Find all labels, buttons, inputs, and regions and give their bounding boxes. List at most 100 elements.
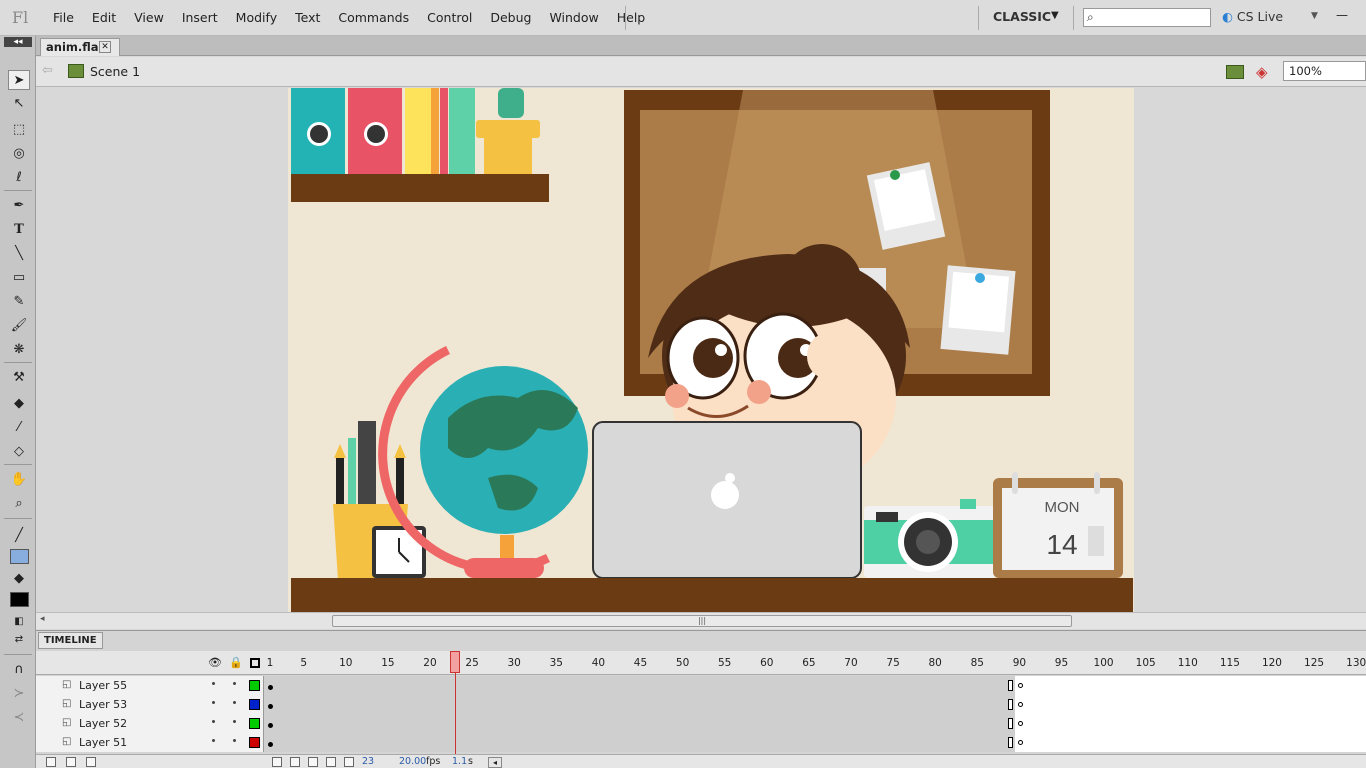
- layer-frames[interactable]: [264, 714, 1366, 733]
- layer-info[interactable]: ◱ Layer 53: [36, 695, 264, 714]
- cs-live-button[interactable]: ◐ CS Live: [1222, 9, 1283, 24]
- layer-outline-color[interactable]: [249, 699, 260, 710]
- scene-breadcrumb[interactable]: Scene 1: [90, 64, 140, 79]
- zoom-field[interactable]: 100%: [1283, 61, 1366, 81]
- selection-tool-icon[interactable]: ➤: [8, 70, 30, 90]
- outline-icon[interactable]: [250, 658, 260, 668]
- subselection-tool-icon[interactable]: ↖: [8, 94, 30, 114]
- layer-visibility-toggle[interactable]: [212, 720, 215, 723]
- onion-skin-icon[interactable]: [290, 757, 300, 767]
- layer-lock-toggle[interactable]: [233, 739, 236, 742]
- current-frame[interactable]: 23: [362, 756, 374, 767]
- layer-visibility-toggle[interactable]: [212, 739, 215, 742]
- eye-icon[interactable]: 👁: [208, 656, 222, 669]
- pen-tool-icon[interactable]: ✒: [8, 196, 30, 216]
- scrollbar-thumb[interactable]: |||: [332, 615, 1072, 627]
- blank-keyframe[interactable]: [1018, 702, 1023, 707]
- zoom-tool-icon[interactable]: ⌕: [8, 494, 30, 514]
- layer-row[interactable]: ◱ Layer 55: [36, 676, 1366, 695]
- layer-lock-toggle[interactable]: [233, 682, 236, 685]
- rectangle-tool-icon[interactable]: ▭: [8, 268, 30, 288]
- menu-item-file[interactable]: File: [44, 10, 83, 25]
- layer-frames[interactable]: [264, 733, 1366, 752]
- layer-outline-color[interactable]: [249, 680, 260, 691]
- menu-item-insert[interactable]: Insert: [173, 10, 227, 25]
- fill-color-swatch[interactable]: [10, 592, 29, 607]
- brush-tool-icon[interactable]: 🖌: [8, 316, 30, 336]
- pasteboard[interactable]: MON 14: [36, 88, 1366, 612]
- layer-info[interactable]: ◱ Layer 52: [36, 714, 264, 733]
- chevron-down-icon[interactable]: ▼: [1311, 11, 1318, 21]
- stage-artwork[interactable]: MON 14: [288, 88, 1134, 612]
- layer-frames[interactable]: [264, 695, 1366, 714]
- free-transform-tool-icon[interactable]: ⬚: [8, 120, 30, 140]
- eraser-tool-icon[interactable]: ◇: [8, 442, 30, 462]
- workspace-switcher[interactable]: CLASSIC: [993, 9, 1051, 24]
- edit-scene-icon[interactable]: [1226, 65, 1244, 79]
- delete-layer-icon[interactable]: [86, 757, 96, 767]
- text-tool-icon[interactable]: T: [8, 220, 30, 240]
- layer-visibility-toggle[interactable]: [212, 682, 215, 685]
- stage[interactable]: MON 14: [288, 88, 1134, 612]
- scroll-left-icon[interactable]: ◂: [40, 614, 45, 624]
- menu-item-help[interactable]: Help: [608, 10, 655, 25]
- frame-span-end[interactable]: [1008, 680, 1013, 691]
- deco-tool-icon[interactable]: ❋: [8, 340, 30, 360]
- frame-span-end[interactable]: [1008, 737, 1013, 748]
- menu-item-commands[interactable]: Commands: [329, 10, 418, 25]
- playhead[interactable]: [450, 651, 460, 673]
- layer-outline-color[interactable]: [249, 737, 260, 748]
- close-icon[interactable]: ✕: [99, 41, 111, 53]
- layer-row[interactable]: ◱ Layer 53: [36, 695, 1366, 714]
- empty-frames[interactable]: [1015, 733, 1366, 752]
- hand-tool-icon[interactable]: ✋: [8, 470, 30, 490]
- layer-outline-color[interactable]: [249, 718, 260, 729]
- line-tool-icon[interactable]: ╲: [8, 244, 30, 264]
- layer-name[interactable]: Layer 53: [79, 698, 127, 711]
- collapse-panel-icon[interactable]: ◂◂: [4, 37, 32, 47]
- new-layer-icon[interactable]: [46, 757, 56, 767]
- document-tab[interactable]: anim.fla ✕: [40, 38, 120, 56]
- keyframe[interactable]: [268, 742, 273, 747]
- layer-lock-toggle[interactable]: [233, 720, 236, 723]
- timeline-scroll-left-icon[interactable]: ◂: [488, 757, 502, 768]
- pencil-tool-icon[interactable]: ✎: [8, 292, 30, 312]
- menu-item-edit[interactable]: Edit: [83, 10, 125, 25]
- frame-span-end[interactable]: [1008, 718, 1013, 729]
- modify-onion-markers-icon[interactable]: [344, 757, 354, 767]
- layer-info[interactable]: ◱ Layer 55: [36, 676, 264, 695]
- swap-colors-icon[interactable]: ⇄: [8, 630, 30, 650]
- smooth-icon[interactable]: ≻: [8, 684, 30, 704]
- menu-item-view[interactable]: View: [125, 10, 173, 25]
- lock-icon[interactable]: 🔒: [229, 656, 243, 669]
- help-search-input[interactable]: ⌕: [1083, 8, 1211, 27]
- stage-horizontal-scrollbar[interactable]: ◂ |||: [36, 612, 1366, 629]
- keyframe[interactable]: [268, 723, 273, 728]
- menu-item-control[interactable]: Control: [418, 10, 481, 25]
- layer-name[interactable]: Layer 52: [79, 717, 127, 730]
- empty-frames[interactable]: [1015, 714, 1366, 733]
- stroke-color-icon[interactable]: ╱: [8, 526, 30, 546]
- edit-multiple-frames-icon[interactable]: [326, 757, 336, 767]
- frame-span-end[interactable]: [1008, 699, 1013, 710]
- menu-item-modify[interactable]: Modify: [227, 10, 286, 25]
- empty-frames[interactable]: [1015, 695, 1366, 714]
- fill-color-icon[interactable]: ◆: [8, 569, 30, 589]
- menu-item-debug[interactable]: Debug: [481, 10, 540, 25]
- keyframe[interactable]: [268, 704, 273, 709]
- onion-skin-outlines-icon[interactable]: [308, 757, 318, 767]
- straighten-icon[interactable]: ≺: [8, 708, 30, 728]
- blank-keyframe[interactable]: [1018, 683, 1023, 688]
- empty-frames[interactable]: [1015, 676, 1366, 695]
- menu-item-window[interactable]: Window: [540, 10, 607, 25]
- edit-symbols-icon[interactable]: ◈: [1256, 63, 1268, 81]
- keyframe[interactable]: [268, 685, 273, 690]
- bone-tool-icon[interactable]: ⚒: [8, 368, 30, 388]
- eyedropper-tool-icon[interactable]: ⁄: [8, 418, 30, 438]
- layer-visibility-toggle[interactable]: [212, 701, 215, 704]
- menu-item-text[interactable]: Text: [286, 10, 329, 25]
- minimize-icon[interactable]: —: [1334, 8, 1350, 22]
- center-frame-icon[interactable]: [272, 757, 282, 767]
- blank-keyframe[interactable]: [1018, 740, 1023, 745]
- lasso-tool-icon[interactable]: ℓ: [8, 168, 30, 188]
